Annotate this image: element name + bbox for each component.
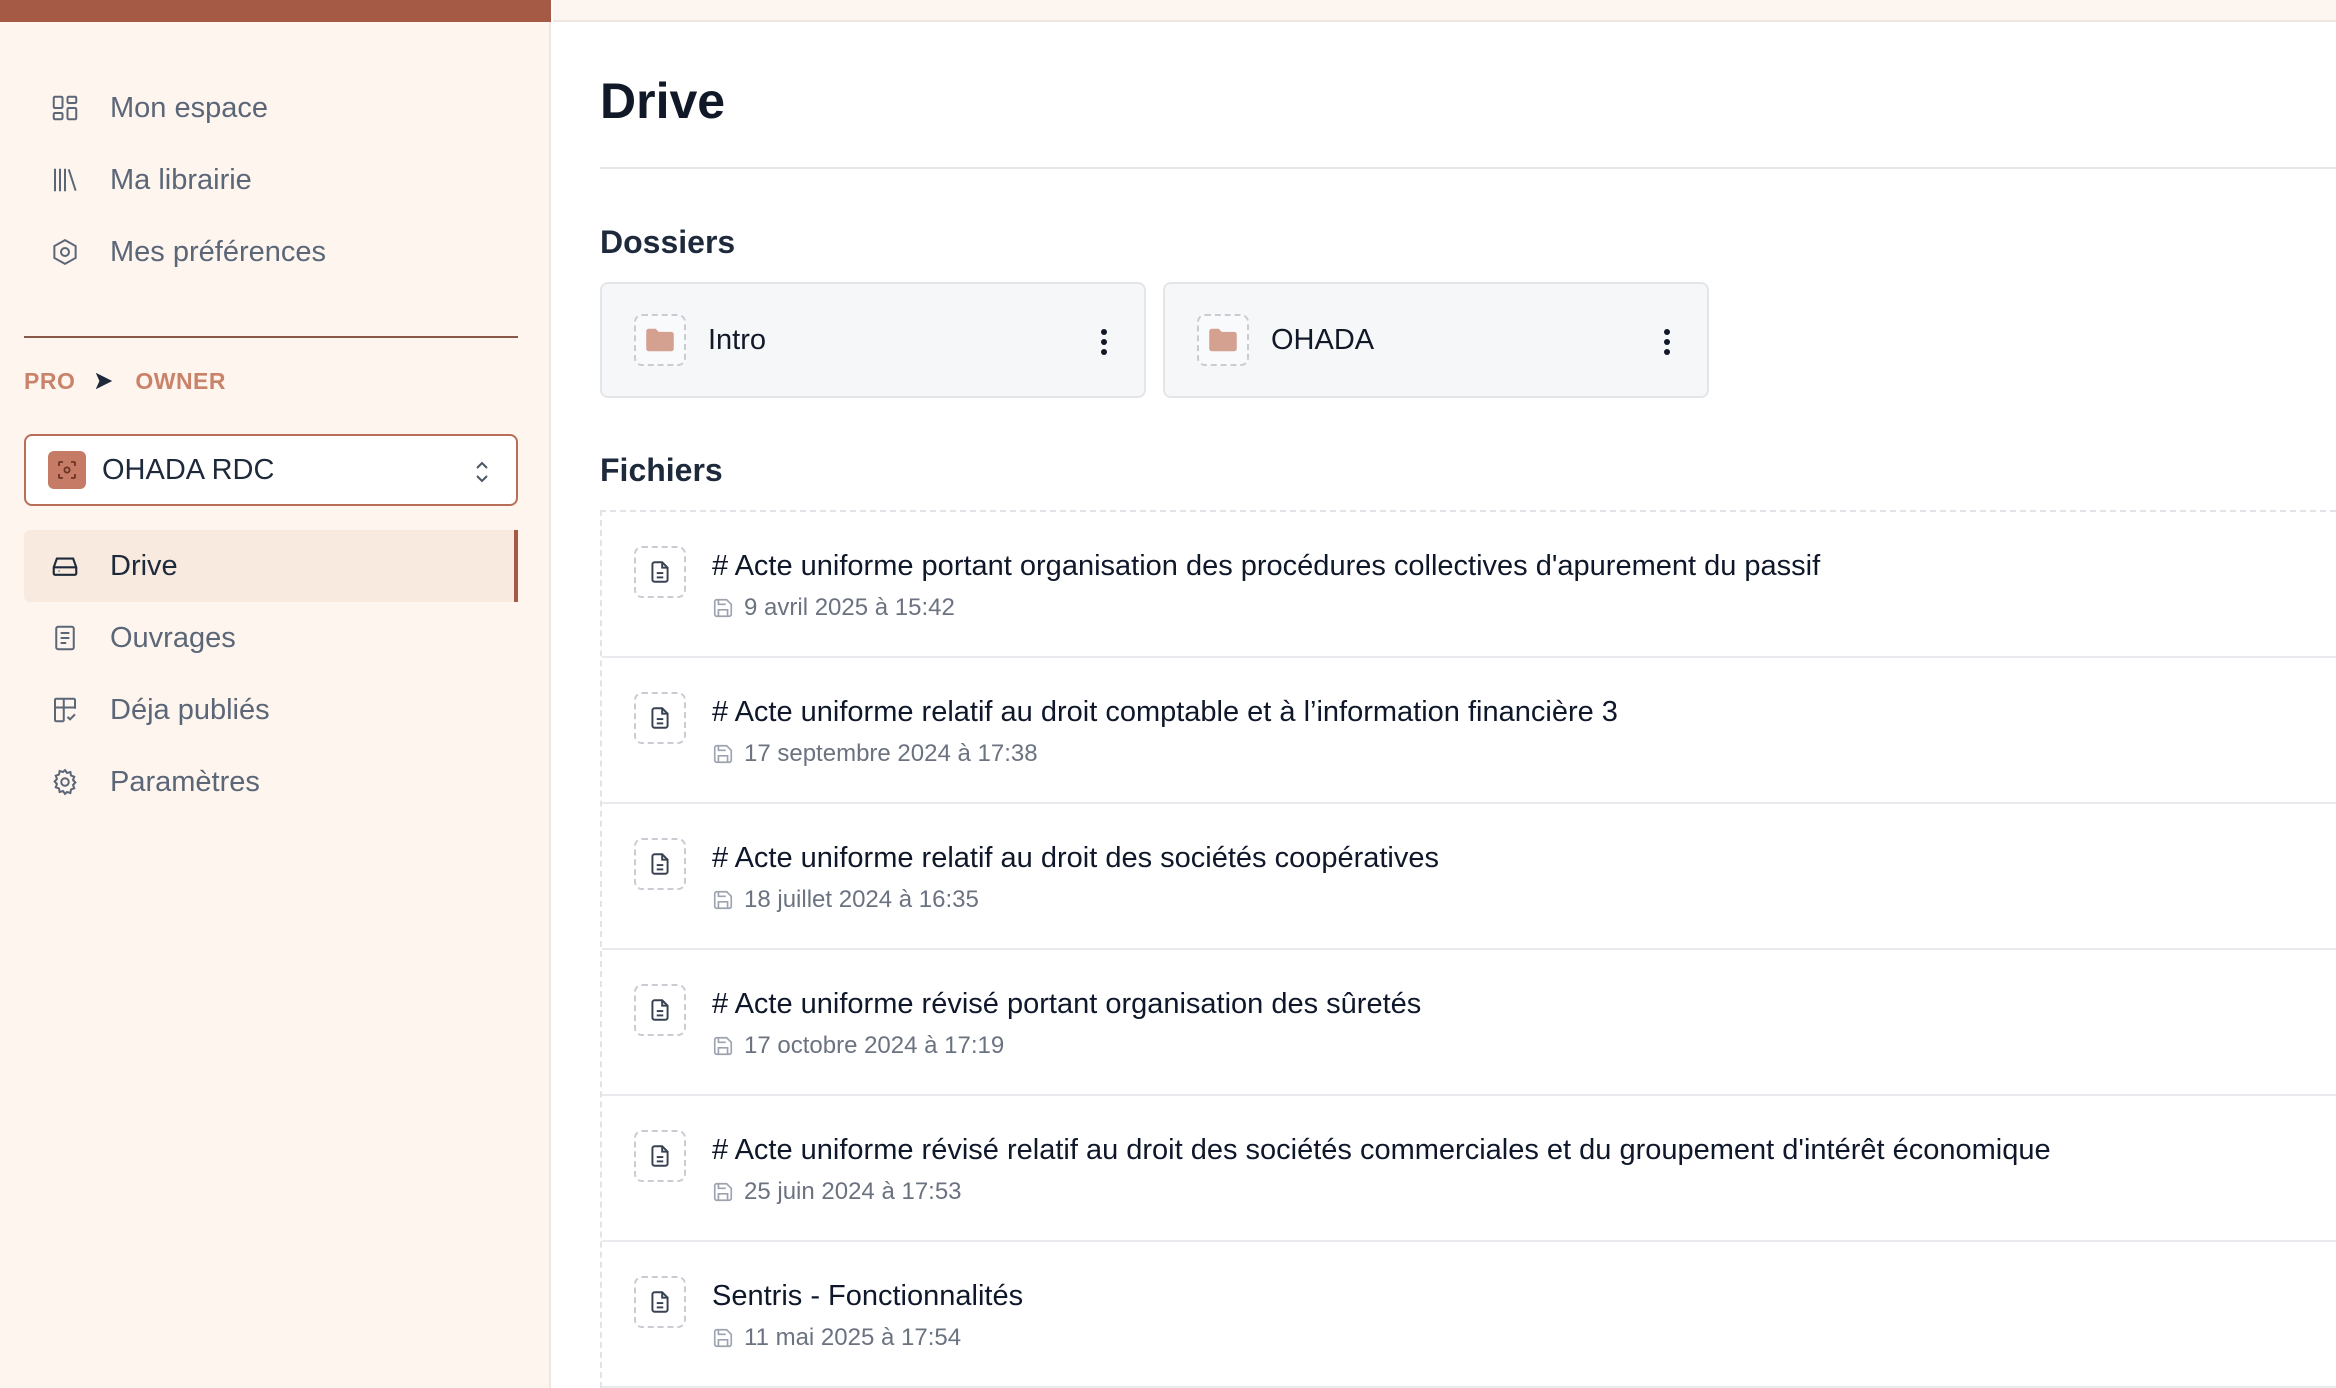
sidebar-item-label: Paramètres xyxy=(110,765,260,798)
document-icon xyxy=(634,838,686,890)
library-icon xyxy=(48,163,82,197)
sidebar-item-parametres[interactable]: Paramètres xyxy=(24,746,518,818)
file-date: 25 juin 2024 à 17:53 xyxy=(712,1178,962,1206)
title-divider xyxy=(600,167,2336,169)
save-icon xyxy=(712,597,734,619)
organization-name: OHADA RDC xyxy=(102,453,275,486)
page-title: Drive xyxy=(600,73,726,129)
organization-avatar xyxy=(48,451,86,489)
sidebar-item-label: Déja publiés xyxy=(110,693,270,726)
more-options-icon[interactable] xyxy=(1088,322,1120,362)
folder-card[interactable]: Intro xyxy=(600,282,1146,398)
chevron-up-down-icon xyxy=(470,458,494,486)
arrow-right-icon xyxy=(93,369,117,393)
save-icon xyxy=(712,1181,734,1203)
folder-icon xyxy=(634,314,686,366)
file-date-text: 18 juillet 2024 à 16:35 xyxy=(744,886,979,913)
file-date-text: 25 juin 2024 à 17:53 xyxy=(744,1178,962,1205)
folder-name: OHADA xyxy=(1271,323,1375,356)
sidebar-item-label: Drive xyxy=(110,549,178,582)
document-icon xyxy=(634,1276,686,1328)
plan-label: PRO xyxy=(24,367,76,394)
main-header-bar xyxy=(553,0,2336,22)
sidebar-item-label: Ouvrages xyxy=(110,621,236,654)
book-icon xyxy=(48,621,82,655)
role-breadcrumb: PRO OWNER xyxy=(24,364,226,398)
sidebar-item-ouvrages[interactable]: Ouvrages xyxy=(24,602,518,674)
folder-icon xyxy=(1197,314,1249,366)
file-title: # Acte uniforme portant organisation des… xyxy=(712,550,1821,582)
sidebar-item-ma-librairie[interactable]: Ma librairie xyxy=(24,144,518,216)
file-row[interactable]: Sentris - Fonctionnalités 11 mai 2025 à … xyxy=(602,1242,2336,1388)
file-row[interactable]: # Acte uniforme révisé relatif au droit … xyxy=(602,1096,2336,1242)
file-row[interactable]: # Acte uniforme portant organisation des… xyxy=(602,512,2336,658)
file-title: # Acte uniforme révisé portant organisat… xyxy=(712,988,1422,1020)
save-icon xyxy=(712,743,734,765)
file-title: # Acte uniforme relatif au droit comptab… xyxy=(712,696,1618,728)
file-date-text: 17 septembre 2024 à 17:38 xyxy=(744,740,1038,767)
file-date: 17 octobre 2024 à 17:19 xyxy=(712,1032,1004,1060)
files-section-title: Fichiers xyxy=(600,452,723,488)
role-label: OWNER xyxy=(135,367,227,394)
file-title: # Acte uniforme relatif au droit des soc… xyxy=(712,842,1439,874)
drive-icon xyxy=(48,549,82,583)
save-icon xyxy=(712,1327,734,1349)
sidebar-item-label: Mes préférences xyxy=(110,235,326,268)
folders-section-title: Dossiers xyxy=(600,224,736,260)
sidebar-item-deja-publies[interactable]: Déja publiés xyxy=(24,674,518,746)
file-row[interactable]: # Acte uniforme révisé portant organisat… xyxy=(602,950,2336,1096)
document-icon xyxy=(634,1130,686,1182)
file-title: Sentris - Fonctionnalités xyxy=(712,1280,1024,1312)
gear-icon xyxy=(48,765,82,799)
sidebar: Mon espace Ma librairie Mes préférences … xyxy=(0,0,551,1388)
sidebar-item-mes-preferences[interactable]: Mes préférences xyxy=(24,216,518,288)
document-icon xyxy=(634,692,686,744)
hexagon-settings-icon xyxy=(48,235,82,269)
save-icon xyxy=(712,1035,734,1057)
file-date: 17 septembre 2024 à 17:38 xyxy=(712,740,1038,768)
sidebar-item-drive[interactable]: Drive xyxy=(24,530,518,602)
document-icon xyxy=(634,984,686,1036)
sidebar-header-bar xyxy=(0,0,551,22)
files-list: # Acte uniforme portant organisation des… xyxy=(600,510,2336,1388)
file-date-text: 17 octobre 2024 à 17:19 xyxy=(744,1032,1005,1059)
sidebar-item-label: Mon espace xyxy=(110,91,268,124)
sidebar-divider xyxy=(24,336,518,338)
sidebar-item-label: Ma librairie xyxy=(110,163,252,196)
dashboard-icon xyxy=(48,91,82,125)
organization-selector[interactable]: OHADA RDC xyxy=(24,434,518,506)
file-date-text: 11 mai 2025 à 17:54 xyxy=(744,1324,962,1351)
folder-card[interactable]: OHADA xyxy=(1163,282,1709,398)
file-row[interactable]: # Acte uniforme relatif au droit comptab… xyxy=(602,658,2336,804)
file-title: # Acte uniforme révisé relatif au droit … xyxy=(712,1134,2051,1166)
layout-check-icon xyxy=(48,693,82,727)
file-date: 18 juillet 2024 à 16:35 xyxy=(712,886,979,914)
file-date-text: 9 avril 2025 à 15:42 xyxy=(744,594,955,621)
sidebar-item-mon-espace[interactable]: Mon espace xyxy=(24,72,518,144)
save-icon xyxy=(712,889,734,911)
file-row[interactable]: # Acte uniforme relatif au droit des soc… xyxy=(602,804,2336,950)
file-date: 11 mai 2025 à 17:54 xyxy=(712,1324,961,1352)
file-date: 9 avril 2025 à 15:42 xyxy=(712,594,955,622)
more-options-icon[interactable] xyxy=(1651,322,1683,362)
document-icon xyxy=(634,546,686,598)
folder-name: Intro xyxy=(708,323,767,356)
